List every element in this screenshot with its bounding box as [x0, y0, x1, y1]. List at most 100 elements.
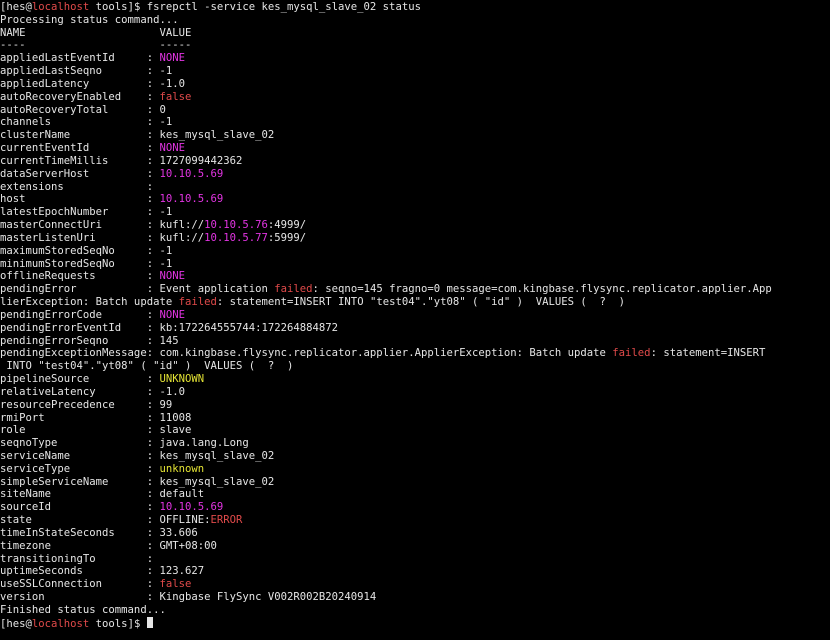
- terminal-line: minimumStoredSeqNo : -1: [0, 258, 830, 271]
- terminal-line: ---- -----: [0, 39, 830, 52]
- terminal-text: ---- -----: [0, 39, 192, 52]
- terminal-text: clusterName : kes_mysql_slave_02: [0, 129, 275, 142]
- terminal-text: minimumStoredSeqNo : -1: [0, 257, 173, 270]
- terminal-line: rmiPort : 11008: [0, 412, 830, 425]
- terminal-line: timezone : GMT+08:00: [0, 540, 830, 553]
- terminal-line: INTO "test04"."yt08" ( "id" ) VALUES ( ?…: [0, 360, 830, 373]
- terminal-line: appliedLastSeqno : -1: [0, 65, 830, 78]
- terminal-text: pendingErrorSeqno : 145: [0, 334, 179, 347]
- terminal-text: simpleServiceName : kes_mysql_slave_02: [0, 475, 275, 488]
- terminal-text: role : slave: [0, 424, 192, 437]
- terminal-text: 10.10.5.77: [204, 231, 268, 244]
- terminal-text: failed: [612, 347, 651, 360]
- terminal-line: version : Kingbase FlySync V002R002B2024…: [0, 591, 830, 604]
- terminal-text: uptimeSeconds : 123.627: [0, 565, 205, 578]
- terminal-line: timeInStateSeconds : 33.606: [0, 527, 830, 540]
- terminal-line: state : OFFLINE:ERROR: [0, 514, 830, 527]
- terminal-line: masterListenUri : kufl://10.10.5.77:5999…: [0, 232, 830, 245]
- terminal-text: pendingExceptionMessage: com.kingbase.fl…: [0, 347, 613, 360]
- terminal-text: 10.10.5.69: [159, 501, 224, 514]
- terminal-line: pipelineSource : UNKNOWN: [0, 373, 830, 386]
- terminal-text: Processing status command...: [0, 13, 179, 26]
- terminal-line: [hes@localhost tools]$ fsrepctl -service…: [0, 1, 830, 14]
- terminal-text: sourceId :: [0, 501, 160, 514]
- terminal-text: [hes@: [0, 1, 32, 13]
- terminal-text: transitioningTo :: [0, 552, 154, 565]
- terminal-text: seqnoType : java.lang.Long: [0, 437, 249, 450]
- terminal-text: autoRecoveryEnabled :: [0, 90, 160, 103]
- terminal-text: failed: [178, 296, 217, 309]
- terminal-line: latestEpochNumber : -1: [0, 206, 830, 219]
- terminal-line: Processing status command...: [0, 14, 830, 27]
- terminal-text: currentTimeMillis : 1727099442362: [0, 154, 243, 167]
- terminal-text: appliedLatency : -1.0: [0, 77, 185, 90]
- terminal-line: simpleServiceName : kes_mysql_slave_02: [0, 476, 830, 489]
- terminal-text: [hes@: [0, 617, 32, 630]
- terminal-text: pendingErrorCode :: [0, 308, 160, 321]
- terminal-line: lierException: Batch update failed: stat…: [0, 296, 830, 309]
- terminal-line: sourceId : 10.10.5.69: [0, 501, 830, 514]
- terminal-text: appliedLastSeqno : -1: [0, 65, 173, 78]
- terminal-text: failed: [274, 283, 313, 296]
- terminal-text: false: [159, 578, 192, 591]
- terminal-line: masterConnectUri : kufl://10.10.5.76:499…: [0, 219, 830, 232]
- terminal-window[interactable]: [hes@localhost tools]$ fsrepctl -service…: [0, 0, 830, 640]
- terminal-line: appliedLastEventId : NONE: [0, 52, 830, 65]
- terminal-text: lierException: Batch update: [0, 296, 179, 309]
- terminal-line: uptimeSeconds : 123.627: [0, 565, 830, 578]
- terminal-line: pendingErrorEventId : kb:172264555744:17…: [0, 322, 830, 335]
- terminal-text: timezone : GMT+08:00: [0, 539, 217, 552]
- terminal-text: NAME VALUE: [0, 26, 192, 39]
- terminal-line: transitioningTo :: [0, 553, 830, 566]
- terminal-text: Finished status command...: [0, 603, 166, 616]
- terminal-line: pendingErrorSeqno : 145: [0, 335, 830, 348]
- terminal-text: : seqno=145 fragno=0 message=com.kingbas…: [312, 283, 772, 296]
- terminal-text: version : Kingbase FlySync V002R002B2024…: [0, 591, 377, 604]
- terminal-line: maximumStoredSeqNo : -1: [0, 245, 830, 258]
- terminal-line: NAME VALUE: [0, 27, 830, 40]
- terminal-text: NONE: [159, 270, 185, 283]
- terminal-text: NONE: [159, 52, 185, 65]
- terminal-text: relativeLatency : -1.0: [0, 385, 185, 398]
- terminal-text: channels : -1: [0, 116, 173, 129]
- terminal-line: autoRecoveryTotal : 0: [0, 104, 830, 117]
- terminal-line: extensions :: [0, 181, 830, 194]
- terminal-line: autoRecoveryEnabled : false: [0, 91, 830, 104]
- terminal-text: siteName : default: [0, 488, 205, 501]
- terminal-text: NONE: [159, 308, 185, 321]
- terminal-line: pendingErrorCode : NONE: [0, 309, 830, 322]
- terminal-text: localhost: [31, 1, 90, 13]
- terminal-line: useSSLConnection : false: [0, 578, 830, 591]
- terminal-text: maximumStoredSeqNo : -1: [0, 244, 173, 257]
- terminal-line: siteName : default: [0, 488, 830, 501]
- terminal-text: autoRecoveryTotal : 0: [0, 103, 166, 116]
- terminal-text: serviceType :: [0, 462, 160, 475]
- terminal-line: role : slave: [0, 424, 830, 437]
- terminal-text: NONE: [159, 142, 185, 155]
- terminal-text: 10.10.5.69: [159, 193, 224, 206]
- terminal-line: pendingExceptionMessage: com.kingbase.fl…: [0, 347, 830, 360]
- terminal-line: resourcePrecedence : 99: [0, 399, 830, 412]
- terminal-cursor: [146, 616, 153, 628]
- terminal-text: appliedLastEventId :: [0, 52, 160, 65]
- terminal-text: host :: [0, 193, 160, 206]
- terminal-text: masterConnectUri : kufl://: [0, 219, 205, 232]
- terminal-text: UNKNOWN: [159, 373, 205, 386]
- terminal-text: latestEpochNumber : -1: [0, 206, 173, 219]
- terminal-line: relativeLatency : -1.0: [0, 386, 830, 399]
- terminal-line: currentEventId : NONE: [0, 142, 830, 155]
- terminal-line: currentTimeMillis : 1727099442362: [0, 155, 830, 168]
- terminal-text: timeInStateSeconds : 33.606: [0, 526, 198, 539]
- terminal-text: extensions :: [0, 180, 154, 193]
- terminal-line: offlineRequests : NONE: [0, 270, 830, 283]
- terminal-text: state : OFFLINE:: [0, 514, 211, 527]
- terminal-line: [hes@localhost tools]$: [0, 616, 830, 630]
- terminal-text: unknown: [159, 462, 205, 475]
- terminal-text: : statement=INSERT INTO "test04"."yt08" …: [216, 296, 626, 309]
- terminal-line: dataServerHost : 10.10.5.69: [0, 168, 830, 181]
- terminal-text: pendingError : Event application: [0, 283, 275, 296]
- terminal-text: dataServerHost :: [0, 167, 160, 180]
- terminal-text: masterListenUri : kufl://: [0, 231, 205, 244]
- terminal-text: offlineRequests :: [0, 270, 160, 283]
- terminal-text: :4999/: [267, 219, 307, 232]
